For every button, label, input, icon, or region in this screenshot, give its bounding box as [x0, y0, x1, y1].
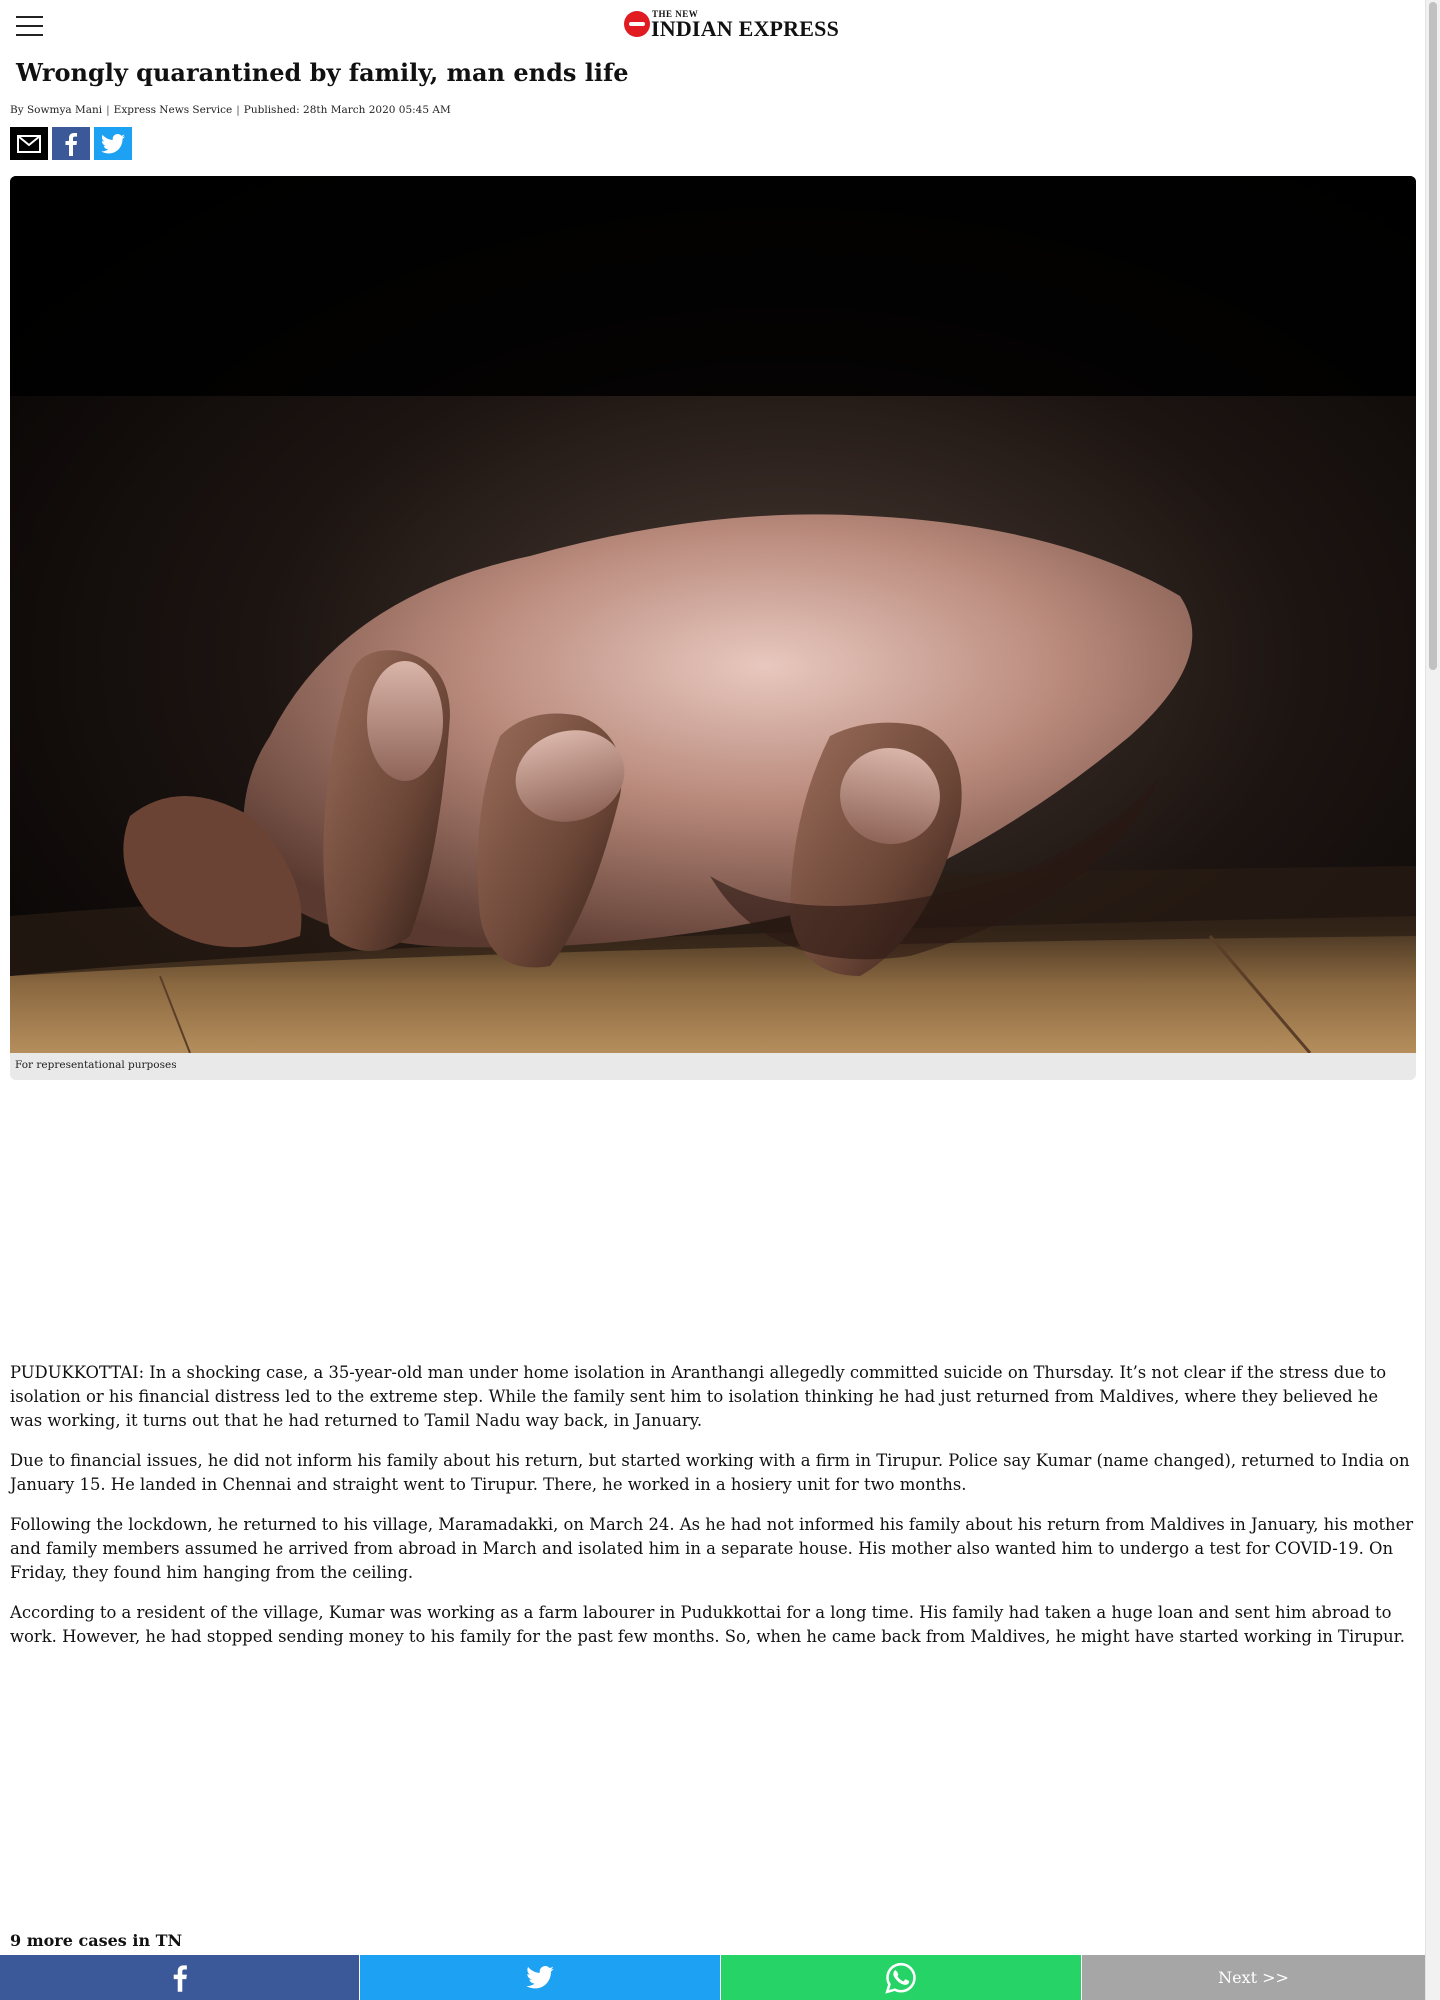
email-icon: [17, 134, 41, 153]
article-page: THE NEW INDIAN EXPRESS Wrongly quarantin…: [0, 0, 1425, 2000]
article-paragraph: PUDUKKOTTAI: In a shocking case, a 35-ye…: [10, 1363, 1387, 1430]
next-article-button[interactable]: Next >>: [1082, 1955, 1425, 2000]
twitter-icon: [101, 133, 125, 153]
facebook-share-button[interactable]: [52, 127, 90, 160]
whatsapp-icon: [885, 1962, 916, 1994]
hero-figure: For representational purposes: [10, 176, 1416, 1080]
article-subheading: 9 more cases in TN: [10, 1931, 183, 1950]
logo-big-text: INDIAN EXPRESS: [651, 16, 840, 41]
twitter-share-button-bottom[interactable]: [360, 1955, 721, 2000]
facebook-icon: [65, 132, 77, 156]
page-scrollbar[interactable]: [1425, 0, 1440, 2000]
logo-mark-icon: [624, 11, 650, 37]
hamburger-menu-icon[interactable]: [16, 14, 43, 38]
article-paragraph: Due to financial issues, he did not info…: [10, 1451, 1410, 1494]
image-caption: For representational purposes: [15, 1059, 177, 1071]
author-name[interactable]: By Sowmya Mani: [10, 104, 102, 116]
twitter-share-button[interactable]: [94, 127, 132, 160]
article-paragraph: According to a resident of the village, …: [10, 1603, 1405, 1646]
bottom-share-bar: Next >>: [0, 1955, 1425, 2000]
facebook-share-button-bottom[interactable]: [0, 1955, 360, 2000]
hero-image: [10, 176, 1416, 1053]
scrollbar-thumb[interactable]: [1429, 2, 1437, 670]
site-header: THE NEW INDIAN EXPRESS: [0, 0, 1425, 52]
article-paragraph: Following the lockdown, he returned to h…: [10, 1515, 1414, 1582]
byline: By Sowmya Mani | Express News Service | Publ…: [10, 104, 451, 116]
twitter-icon: [526, 1966, 554, 1989]
site-logo[interactable]: THE NEW INDIAN EXPRESS: [624, 9, 839, 41]
whatsapp-share-button[interactable]: [721, 1955, 1082, 2000]
news-service: Express News Service: [113, 104, 233, 116]
published-date: Published: 28th March 2020 05:45 AM: [243, 104, 451, 116]
email-share-button[interactable]: [10, 127, 48, 160]
facebook-icon: [173, 1964, 187, 1992]
article-body: PUDUKKOTTAI: In a shocking case, a 35-ye…: [10, 1361, 1414, 1665]
page-title: Wrongly quarantined by family, man ends …: [16, 58, 629, 87]
